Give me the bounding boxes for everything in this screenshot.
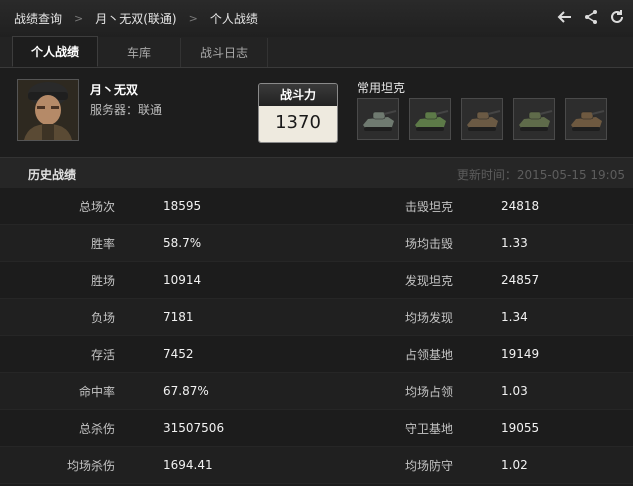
tank-icon <box>462 99 502 139</box>
stat-value: 1.03 <box>501 384 528 398</box>
avatar <box>17 79 79 141</box>
stat-value: 10914 <box>163 273 202 287</box>
top-bar: 战绩查询 > 月丶无双(联通) > 个人战绩 <box>0 0 633 38</box>
stat-label: 均场防守 <box>404 458 453 473</box>
stat-value: 1.34 <box>501 310 528 324</box>
stat-value: 67.87% <box>163 384 209 398</box>
tab-garage[interactable]: 车库 <box>98 38 181 67</box>
update-time: 更新时间：2015-05-15 19:05 <box>456 168 625 182</box>
combat-power-label: 战斗力 <box>259 84 337 106</box>
breadcrumb-item-current: 个人战绩 <box>209 12 258 26</box>
stat-label: 击毁坦克 <box>404 199 453 214</box>
tab-battle-log[interactable]: 战斗日志 <box>181 38 268 67</box>
stat-label: 占领基地 <box>404 347 453 362</box>
combat-power-box: 战斗力 1370 <box>258 83 338 143</box>
stat-value: 24857 <box>501 273 540 287</box>
breadcrumb-separator: > <box>188 12 198 25</box>
stats-row: 总杀伤 31507506 守卫基地 19055 <box>0 410 633 447</box>
stat-label: 均场占领 <box>404 384 453 399</box>
stat-value: 1.02 <box>501 458 528 472</box>
stats-row: 胜率 58.7% 场均击毁 1.33 <box>0 225 633 262</box>
refresh-icon[interactable] <box>609 9 625 25</box>
breadcrumb-item-player[interactable]: 月丶无双(联通) <box>95 10 176 27</box>
stat-label: 负场 <box>90 310 115 325</box>
app-window: 战绩查询 > 月丶无双(联通) > 个人战绩 个人战绩 车库 战斗日志 月丶无双… <box>0 0 633 486</box>
stat-label: 胜率 <box>90 236 115 251</box>
stats-row: 负场 7181 均场发现 1.34 <box>0 299 633 336</box>
top-actions <box>557 9 625 25</box>
stat-label: 守卫基地 <box>404 421 453 436</box>
history-header: 历史战绩 更新时间：2015-05-15 19:05 <box>0 157 633 189</box>
stat-label: 总杀伤 <box>78 421 115 436</box>
stat-label: 场均击毁 <box>404 236 453 251</box>
tab-bar: 个人战绩 车库 战斗日志 <box>0 36 633 68</box>
tank-icon <box>358 99 398 139</box>
tank-slot-1[interactable] <box>357 98 399 140</box>
tab-personal-record[interactable]: 个人战绩 <box>12 36 98 67</box>
stat-value: 1694.41 <box>163 458 213 472</box>
stats-row: 均场杀伤 1694.41 均场防守 1.02 <box>0 447 633 484</box>
stat-label: 胜场 <box>90 273 115 288</box>
back-arrow-icon[interactable] <box>557 9 573 25</box>
stats-row: 命中率 67.87% 均场占领 1.03 <box>0 373 633 410</box>
history-title: 历史战绩 <box>28 168 77 182</box>
stats-row: 总场次 18595 击毁坦克 24818 <box>0 188 633 225</box>
breadcrumb: 战绩查询 > 月丶无双(联通) > 个人战绩 <box>0 10 258 27</box>
stat-label: 总场次 <box>78 199 115 214</box>
stat-value: 7452 <box>163 347 194 361</box>
share-icon[interactable] <box>583 9 599 25</box>
stat-label: 均场杀伤 <box>66 458 115 473</box>
stat-value: 31507506 <box>163 421 225 435</box>
stat-label: 均场发现 <box>404 310 453 325</box>
tank-icon <box>514 99 554 139</box>
history-stats-table: 总场次 18595 击毁坦克 24818 胜率 58.7% 场均击毁 1.33 胜场 10914 发… <box>0 188 633 484</box>
stat-value: 58.7% <box>163 236 202 250</box>
stat-value: 24818 <box>501 199 540 213</box>
tank-slot-5[interactable] <box>565 98 607 140</box>
breadcrumb-separator: > <box>74 12 84 25</box>
tank-slot-4[interactable] <box>513 98 555 140</box>
common-tanks-title: 常用坦克 <box>357 81 406 95</box>
tank-slot-3[interactable] <box>461 98 503 140</box>
tank-slot-2[interactable] <box>409 98 451 140</box>
stat-label: 发现坦克 <box>404 273 453 288</box>
stat-value: 19055 <box>501 421 540 435</box>
stat-label: 命中率 <box>78 384 115 399</box>
player-name: 月丶无双 <box>90 83 139 97</box>
stats-row: 胜场 10914 发现坦克 24857 <box>0 262 633 299</box>
stat-value: 1.33 <box>501 236 528 250</box>
profile-section: 月丶无双 服务器：联通 战斗力 1370 常用坦克 <box>0 68 633 156</box>
stats-row: 存活 7452 占领基地 19149 <box>0 336 633 373</box>
tank-icon <box>410 99 450 139</box>
player-server: 服务器：联通 <box>90 103 163 117</box>
stat-label: 存活 <box>90 347 115 362</box>
breadcrumb-item-query[interactable]: 战绩查询 <box>14 10 62 27</box>
combat-power-value: 1370 <box>259 106 337 142</box>
tank-icon <box>566 99 606 139</box>
stat-value: 19149 <box>501 347 540 361</box>
stat-value: 18595 <box>163 199 202 213</box>
stat-value: 7181 <box>163 310 194 324</box>
